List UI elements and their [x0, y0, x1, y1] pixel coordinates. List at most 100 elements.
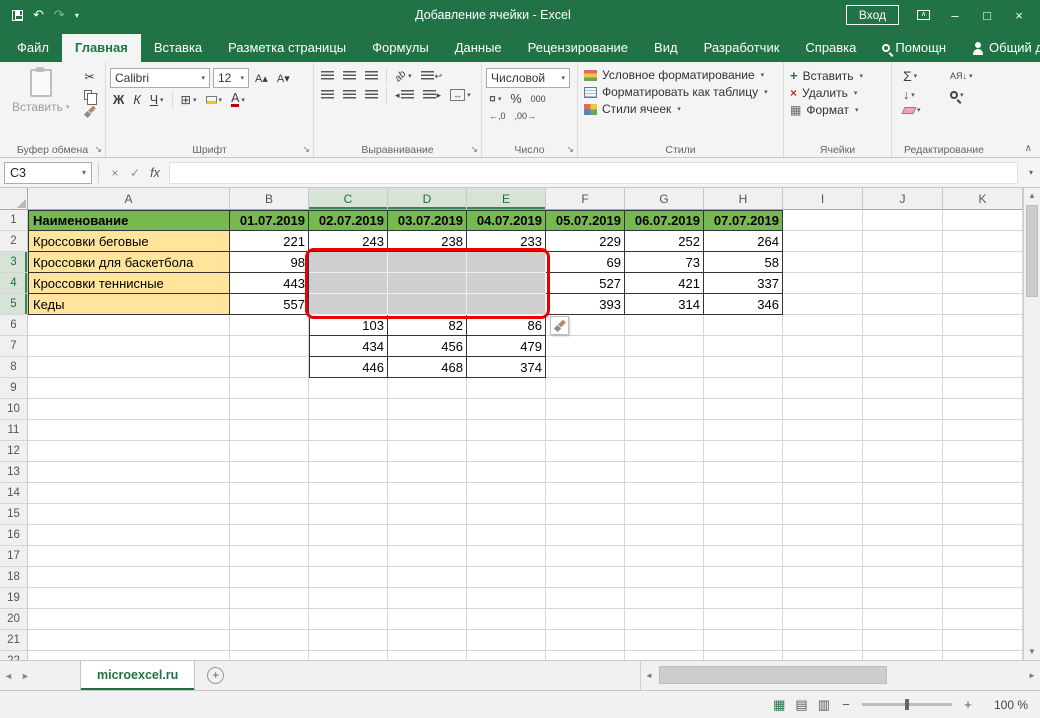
cell-E10[interactable] [467, 399, 546, 420]
sheet-nav-right-icon[interactable]: ► [17, 671, 34, 681]
cell-H18[interactable] [704, 567, 783, 588]
cell-D19[interactable] [388, 588, 467, 609]
font-name-combo[interactable]: Calibri▾ [110, 68, 210, 88]
cell-H11[interactable] [704, 420, 783, 441]
redo-icon[interactable]: ↷ [54, 7, 65, 23]
number-format-combo[interactable]: Числовой▾ [486, 68, 570, 88]
cell-C8[interactable]: 446 [309, 357, 388, 378]
cell-D8[interactable]: 468 [388, 357, 467, 378]
cell-B10[interactable] [230, 399, 309, 420]
cell-J15[interactable] [863, 504, 943, 525]
cell-G13[interactable] [625, 462, 704, 483]
cell-E17[interactable] [467, 546, 546, 567]
cell-H12[interactable] [704, 441, 783, 462]
paste-button[interactable]: Вставить▾ [4, 65, 77, 119]
cell-F4[interactable]: 527 [546, 273, 625, 294]
bold-button[interactable]: Ж [110, 92, 127, 108]
row-header-16[interactable]: 16 [0, 525, 28, 546]
cell-A7[interactable] [28, 336, 230, 357]
borders-button[interactable]: ⊞▾ [178, 91, 200, 108]
cell-D22[interactable] [388, 651, 467, 660]
cell-I6[interactable] [783, 315, 863, 336]
cell-A9[interactable] [28, 378, 230, 399]
cell-F17[interactable] [546, 546, 625, 567]
cell-B14[interactable] [230, 483, 309, 504]
cell-J7[interactable] [863, 336, 943, 357]
ribbon-tab-developer[interactable]: Разработчик [691, 34, 793, 62]
cell-E7[interactable]: 479 [467, 336, 546, 357]
cell-J2[interactable] [863, 231, 943, 252]
cell-I15[interactable] [783, 504, 863, 525]
cell-B15[interactable] [230, 504, 309, 525]
cell-J8[interactable] [863, 357, 943, 378]
cell-B4[interactable]: 443 [230, 273, 309, 294]
cell-I16[interactable] [783, 525, 863, 546]
cell-F13[interactable] [546, 462, 625, 483]
cell-E2[interactable]: 233 [467, 231, 546, 252]
ribbon-tab-share[interactable]: Общий доступ [959, 34, 1040, 62]
cell-G17[interactable] [625, 546, 704, 567]
fill-button[interactable]: ↓▾ [900, 87, 937, 103]
cell-K13[interactable] [943, 462, 1023, 483]
cell-C5[interactable] [309, 294, 388, 315]
row-header-21[interactable]: 21 [0, 630, 28, 651]
zoom-slider[interactable] [862, 703, 952, 706]
column-header-K[interactable]: K [943, 188, 1023, 210]
cell-A14[interactable] [28, 483, 230, 504]
cell-I5[interactable] [783, 294, 863, 315]
cell-K22[interactable] [943, 651, 1023, 660]
column-header-C[interactable]: C [309, 188, 388, 210]
align-middle-button[interactable] [340, 70, 359, 82]
cell-J17[interactable] [863, 546, 943, 567]
cell-B9[interactable] [230, 378, 309, 399]
save-icon[interactable] [12, 10, 23, 21]
row-header-10[interactable]: 10 [0, 399, 28, 420]
cell-A16[interactable] [28, 525, 230, 546]
insert-function-icon[interactable]: fx [145, 166, 165, 180]
undo-icon[interactable]: ↶ [33, 7, 44, 23]
ribbon-collapse-icon[interactable]: ∧ [1025, 143, 1032, 154]
cell-J5[interactable] [863, 294, 943, 315]
cell-H2[interactable]: 264 [704, 231, 783, 252]
cell-D1[interactable]: 03.07.2019 [388, 210, 467, 231]
cell-A11[interactable] [28, 420, 230, 441]
cell-G19[interactable] [625, 588, 704, 609]
cell-F9[interactable] [546, 378, 625, 399]
cell-H20[interactable] [704, 609, 783, 630]
cell-C21[interactable] [309, 630, 388, 651]
cell-K6[interactable] [943, 315, 1023, 336]
cell-H15[interactable] [704, 504, 783, 525]
cell-D3[interactable] [388, 252, 467, 273]
cell-E22[interactable] [467, 651, 546, 660]
cell-G10[interactable] [625, 399, 704, 420]
align-bottom-button[interactable] [362, 70, 381, 82]
cell-F22[interactable] [546, 651, 625, 660]
cell-I7[interactable] [783, 336, 863, 357]
cell-G18[interactable] [625, 567, 704, 588]
cell-E3[interactable] [467, 252, 546, 273]
cell-I21[interactable] [783, 630, 863, 651]
cell-K9[interactable] [943, 378, 1023, 399]
number-dialog-launcher-icon[interactable]: ↘ [566, 144, 574, 155]
column-header-G[interactable]: G [625, 188, 704, 210]
cell-H17[interactable] [704, 546, 783, 567]
add-sheet-button[interactable]: + [207, 667, 224, 684]
font-dialog-launcher-icon[interactable]: ↘ [302, 144, 310, 155]
row-header-19[interactable]: 19 [0, 588, 28, 609]
cell-E14[interactable] [467, 483, 546, 504]
cell-H8[interactable] [704, 357, 783, 378]
row-header-7[interactable]: 7 [0, 336, 28, 357]
row-header-11[interactable]: 11 [0, 420, 28, 441]
align-left-button[interactable] [318, 89, 337, 101]
column-header-H[interactable]: H [704, 188, 783, 210]
cell-E20[interactable] [467, 609, 546, 630]
cell-C6[interactable]: 103 [309, 315, 388, 336]
cell-G15[interactable] [625, 504, 704, 525]
cell-G6[interactable] [625, 315, 704, 336]
cell-C4[interactable] [309, 273, 388, 294]
cell-I4[interactable] [783, 273, 863, 294]
cell-C1[interactable]: 02.07.2019 [309, 210, 388, 231]
column-header-I[interactable]: I [783, 188, 863, 210]
zoom-out-icon[interactable]: − [840, 697, 852, 712]
cell-D15[interactable] [388, 504, 467, 525]
